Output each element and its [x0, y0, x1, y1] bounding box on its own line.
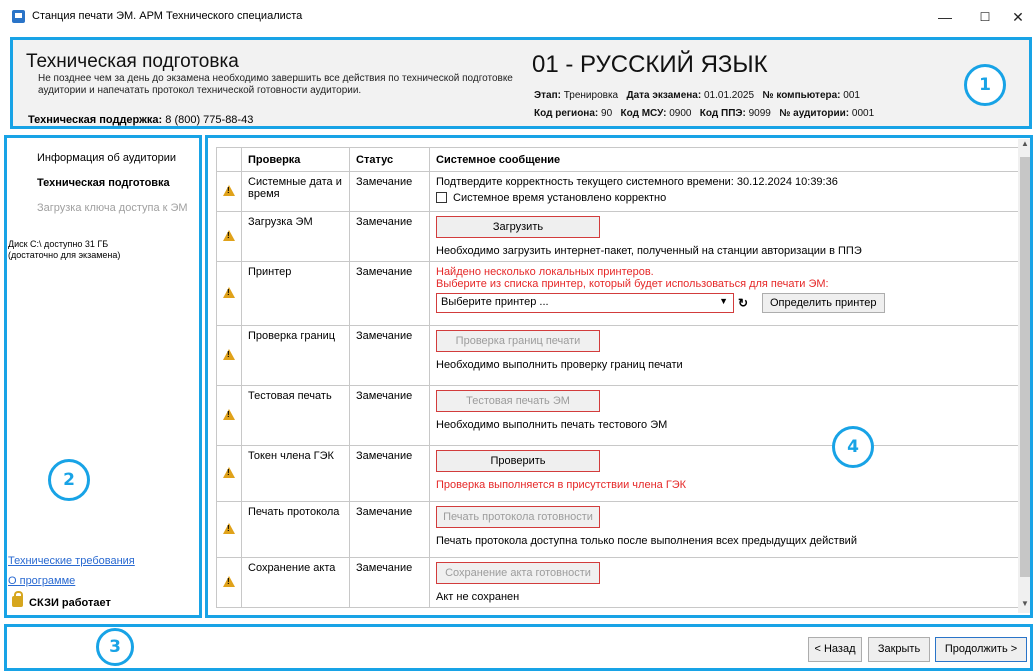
- callout-frame-3: [4, 624, 1033, 671]
- callout-badge-1: 1: [964, 64, 1006, 106]
- callout-frame-4: [205, 135, 1033, 618]
- minimize-button[interactable]: —: [930, 6, 960, 28]
- maximize-button[interactable]: ☐: [970, 6, 1000, 28]
- app-printer-icon: [12, 10, 25, 23]
- callout-frame-1: [10, 37, 1032, 129]
- close-window-button[interactable]: ✕: [1003, 6, 1033, 28]
- callout-badge-2: 2: [48, 459, 90, 501]
- callout-frame-2: [4, 135, 202, 618]
- window-titlebar: Станция печати ЭМ. АРМ Технического спец…: [0, 0, 1033, 36]
- window-title: Станция печати ЭМ. АРМ Технического спец…: [32, 10, 303, 22]
- callout-badge-4: 4: [832, 426, 874, 468]
- callout-badge-3: 3: [96, 628, 134, 666]
